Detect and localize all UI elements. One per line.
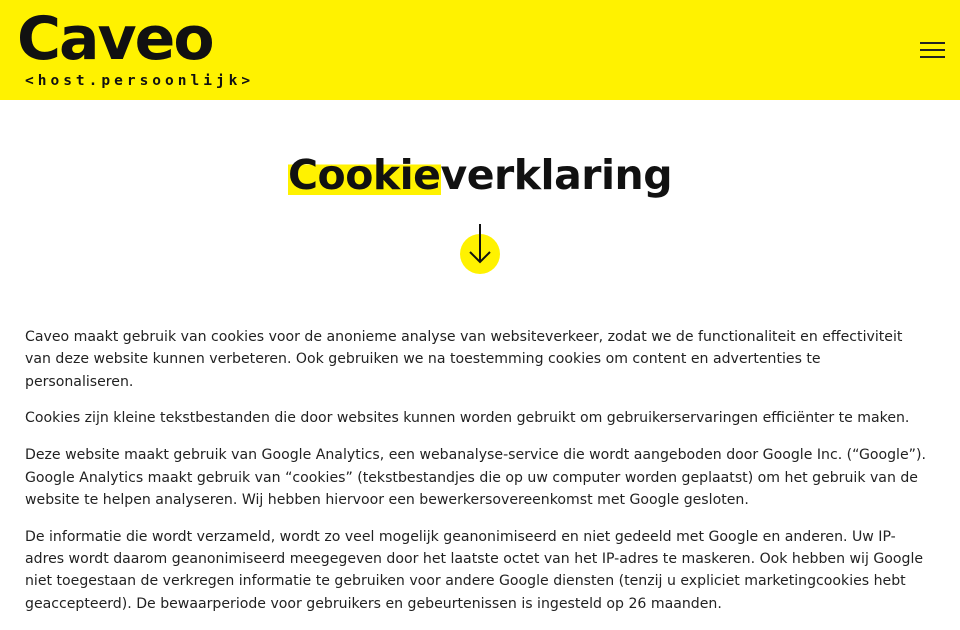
cookie-statement-content: Caveo maakt gebruik van cookies voor de … [25, 326, 930, 630]
paragraph-google-analytics: Deze website maakt gebruik van Google An… [25, 447, 926, 508]
logo-tagline: <host.persoonlijk> [25, 73, 255, 89]
title-highlight: Cookie [287, 151, 441, 199]
menu-bar-top [920, 42, 945, 44]
paragraph-intro: Caveo maakt gebruik van cookies voor de … [25, 329, 903, 390]
page-title: Cookieverklaring [0, 148, 960, 202]
site-header: Caveo <host.persoonlijk> [0, 0, 960, 100]
hamburger-menu-icon[interactable] [917, 38, 947, 62]
menu-bar-middle [920, 49, 945, 51]
logo-wordmark: Caveo [17, 4, 215, 74]
paragraph-cookies-definition: Cookies zijn kleine tekstbestanden die d… [25, 410, 910, 427]
paragraph-anonymization: De informatie die wordt verzameld, wordt… [25, 528, 924, 612]
menu-bar-bottom [920, 56, 945, 58]
scroll-down-button[interactable] [459, 224, 501, 276]
arrow-down-icon [460, 224, 500, 274]
title-rest: verklaring [440, 151, 673, 199]
caveo-logo[interactable]: Caveo <host.persoonlijk> [17, 4, 250, 92]
